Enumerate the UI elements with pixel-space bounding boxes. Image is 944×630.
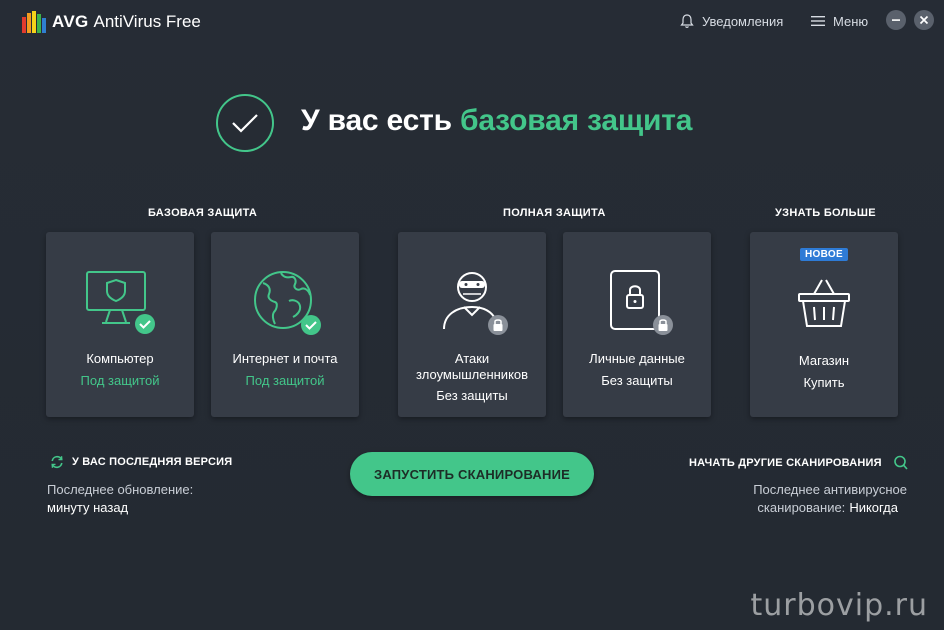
bell-icon: [680, 13, 694, 28]
update-status: У ВАС ПОСЛЕДНЯЯ ВЕРСИЯ: [50, 455, 232, 469]
last-update-value: минуту назад: [47, 500, 129, 515]
last-scan-row: сканирование: Никогда: [757, 500, 898, 515]
locked-document-icon: [563, 267, 711, 337]
avg-logo-icon: [22, 11, 46, 33]
card-status: Без защиты: [436, 388, 508, 403]
minimize-button[interactable]: [886, 10, 906, 30]
title-accent: базовая защита: [460, 104, 693, 137]
globe-icon: [211, 267, 359, 337]
section-heading-more: УЗНАТЬ БОЛЬШЕ: [775, 207, 876, 219]
close-icon: [919, 15, 929, 25]
card-status: Под защитой: [245, 373, 325, 388]
card-personal-data[interactable]: Личные данные Без защиты: [563, 232, 711, 417]
other-scans-label: НАЧАТЬ ДРУГИЕ СКАНИРОВАНИЯ: [689, 457, 882, 469]
search-icon: [893, 455, 908, 470]
minimize-icon: [892, 19, 900, 21]
hacker-icon: [398, 267, 546, 337]
last-scan-value: Никогда: [849, 500, 898, 515]
watermark: turbovip.ru: [750, 588, 928, 623]
app-title: AVG AntiVirus Free: [52, 11, 201, 33]
last-scan-label-2: сканирование:: [757, 500, 846, 515]
card-title: Личные данные: [589, 351, 685, 366]
last-scan-label: Последнее антивирусное: [753, 482, 907, 497]
shopping-basket-icon: [750, 276, 898, 346]
update-heading: У ВАС ПОСЛЕДНЯЯ ВЕРСИЯ: [72, 456, 233, 468]
refresh-icon: [51, 455, 63, 469]
hamburger-icon: [811, 16, 825, 26]
page-title: У вас есть базовая защита: [301, 102, 692, 140]
card-title: Магазин: [798, 353, 850, 368]
card-status: Под защитой: [80, 373, 160, 388]
run-scan-button[interactable]: ЗАПУСТИТЬ СКАНИРОВАНИЕ: [350, 452, 594, 496]
last-update-label: Последнее обновление:: [47, 482, 194, 497]
brand-name: AntiVirus Free: [93, 12, 201, 31]
card-title: Интернет и почта: [232, 351, 338, 366]
section-heading-basic: БАЗОВАЯ ЗАЩИТА: [148, 207, 258, 219]
new-badge: НОВОЕ: [800, 248, 848, 261]
titlebar: AVG AntiVirus Free Уведомления Меню: [0, 0, 944, 42]
menu-button[interactable]: Меню: [811, 12, 868, 30]
brand-bold: AVG: [52, 12, 89, 31]
menu-label: Меню: [833, 13, 869, 29]
other-scans-link[interactable]: НАЧАТЬ ДРУГИЕ СКАНИРОВАНИЯ: [689, 455, 908, 471]
notifications-button[interactable]: Уведомления: [680, 12, 783, 30]
card-title: Атаки злоумышленников: [415, 351, 529, 382]
card-computer[interactable]: Компьютер Под защитой: [46, 232, 194, 417]
notifications-label: Уведомления: [702, 13, 784, 29]
buy-link[interactable]: Купить: [754, 375, 894, 391]
title-prefix: У вас есть: [301, 104, 452, 137]
close-button[interactable]: [914, 10, 934, 30]
status-check-icon: [216, 94, 274, 152]
card-status: Без защиты: [601, 373, 673, 388]
card-shop[interactable]: НОВОЕ Магазин Купить: [750, 232, 898, 417]
avg-main-window: AVG AntiVirus Free Уведомления Меню У ва…: [0, 0, 944, 630]
section-heading-full: ПОЛНАЯ ЗАЩИТА: [503, 207, 606, 219]
card-hacker-attacks[interactable]: Атаки злоумышленников Без защиты: [398, 232, 546, 417]
monitor-shield-icon: [46, 267, 194, 337]
card-internet-mail[interactable]: Интернет и почта Под защитой: [211, 232, 359, 417]
card-title: Компьютер: [86, 351, 154, 366]
